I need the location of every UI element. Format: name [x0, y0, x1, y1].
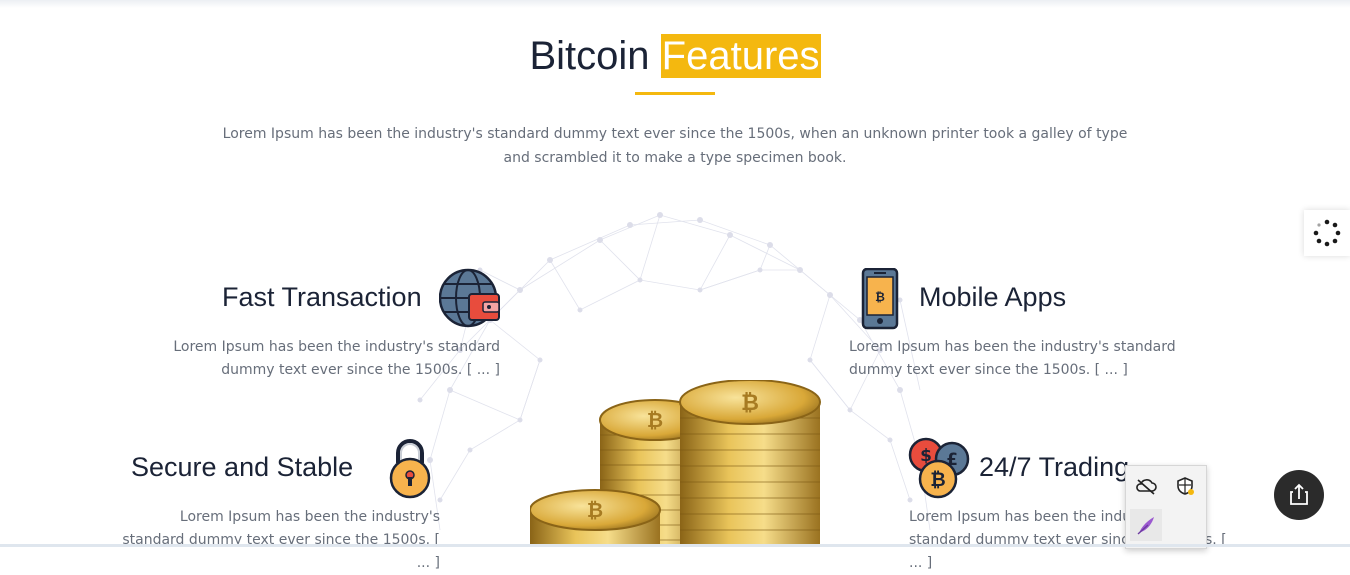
section-intro: Lorem Ipsum has been the industry's stan…: [222, 126, 1128, 166]
section-title: Bitcoin Features: [0, 28, 1350, 84]
feature-desc-fast-transaction: Lorem Ipsum has been the industry's stan…: [173, 339, 500, 378]
header-shadow: [0, 0, 1350, 8]
extension-cloud-button[interactable]: [1130, 470, 1162, 502]
shield-icon: [1177, 477, 1194, 495]
svg-text:₿: ₿: [875, 290, 885, 304]
extension-popup: [1125, 465, 1207, 549]
share-button[interactable]: [1274, 470, 1324, 520]
section-title-main: Bitcoin: [529, 34, 650, 78]
title-underline: [635, 92, 715, 95]
bitcoin-coin-stack-image: ₿ ₿ ₿: [530, 380, 821, 547]
mobile-bitcoin-icon: ₿: [861, 268, 899, 330]
share-icon: [1290, 483, 1308, 505]
svg-text:₿: ₿: [741, 391, 759, 416]
cloud-off-icon: [1136, 479, 1157, 495]
feature-title-fast-transaction: Fast Transaction: [222, 282, 422, 312]
feather-icon: [1137, 517, 1154, 535]
feature-desc-secure-stable: Lorem Ipsum has been the industry's stan…: [122, 509, 440, 571]
extension-shield-button[interactable]: [1169, 470, 1201, 502]
svg-text:₿: ₿: [930, 469, 945, 491]
svg-text:₿: ₿: [587, 498, 603, 522]
svg-text:₿: ₿: [647, 408, 663, 432]
section-title-highlight: Features: [660, 34, 821, 78]
globe-wallet-icon: [439, 268, 500, 328]
feature-title-24-7-trading: 24/7 Trading: [979, 452, 1130, 482]
spinner-icon: [1313, 219, 1341, 247]
loading-widget[interactable]: [1304, 210, 1350, 256]
extension-feather-button[interactable]: [1130, 509, 1162, 541]
currency-coins-icon: $ £ ₿: [908, 437, 970, 499]
padlock-icon: [389, 439, 431, 499]
feature-title-mobile-apps: Mobile Apps: [919, 282, 1067, 312]
feature-title-secure-stable: Secure and Stable: [131, 452, 354, 482]
feature-desc-mobile-apps: Lorem Ipsum has been the industry's stan…: [849, 339, 1176, 378]
